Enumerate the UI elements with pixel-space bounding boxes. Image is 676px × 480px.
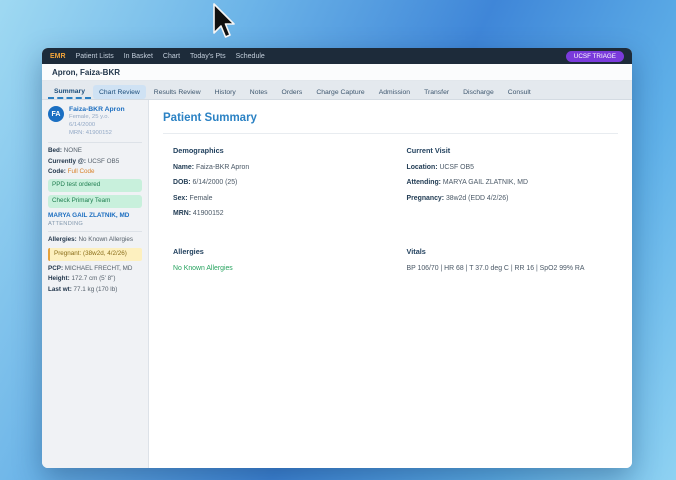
sidebar-divider [48, 231, 142, 233]
height-line: Height: 172.7 cm (5' 8") [48, 275, 142, 283]
allergies-value: No Known Allergies [78, 236, 134, 244]
height-value: 172.7 cm (5' 8") [71, 275, 116, 283]
height-label: Height: [48, 275, 70, 283]
visit-pregnancy-row: Pregnancy: 38w2d (EDD 4/2/26) [406, 194, 509, 202]
pcp-line: PCP: MICHAEL FRECHT, MD [48, 265, 142, 273]
currently-value: UCSF OB5 [87, 157, 120, 165]
pcp-label: PCP: [48, 264, 64, 272]
demographics-mrn-row: MRN: 41900152 [173, 209, 224, 217]
pcp-value: MICHAEL FRECHT, MD [64, 264, 133, 272]
nav-todays-pts[interactable]: Today's Pts [190, 53, 226, 60]
bed-label: Bed: [48, 147, 62, 155]
alert-chip-ppd: PPD test ordered [48, 178, 142, 192]
tab-discharge[interactable]: Discharge [457, 85, 500, 99]
code-label: Code: [48, 168, 66, 176]
tab-orders[interactable]: Orders [276, 85, 309, 99]
emr-logo: EMR [50, 52, 66, 60]
sidebar-sex-age: Female, 25 y.o. [69, 114, 110, 121]
tab-charge-capture[interactable]: Charge Capture [310, 85, 370, 99]
demographics-dob-row: DOB: 6/14/2000 (25) [173, 179, 238, 187]
current-visit-section: Current Visit Location: UCSF OB5 Attendi… [407, 146, 619, 225]
tab-summary[interactable]: Summary [48, 84, 91, 99]
sidebar-divider [48, 142, 142, 144]
code-line: Code: Full Code [48, 168, 142, 176]
weight-label: Last wt: [48, 285, 72, 293]
patient-summary-panel: Patient Summary Demographics Name: Faiza… [149, 100, 632, 468]
bed-value: NONE [63, 147, 82, 155]
mouse-cursor-icon [213, 3, 235, 38]
currently-line: Currently @: UCSF OB5 [48, 158, 142, 166]
demographics-heading: Demographics [173, 146, 224, 155]
nav-patient-lists[interactable]: Patient Lists [76, 53, 114, 60]
visit-location-row: Location: UCSF OB5 [406, 164, 474, 171]
visit-attending-row: Attending: MARYA GAIL ZLATNIK, MD [406, 179, 529, 187]
attending-name: MARYA GAIL ZLATNIK, MD [48, 211, 130, 219]
demographics-sex-row: Sex: Female [173, 194, 213, 202]
avatar: FA [48, 106, 64, 122]
chart-tab-bar: Summary Chart Review Results Review Hist… [42, 81, 632, 100]
sidebar-dob: 6/14/2000 [69, 122, 96, 129]
allergies-heading: Allergies [173, 247, 204, 257]
patient-header-name: Apron, Faiza-BKR [52, 67, 120, 77]
tab-consult[interactable]: Consult [502, 85, 537, 99]
tab-history[interactable]: History [209, 85, 242, 99]
top-navigation-bar: EMR Patient Lists In Basket Chart Today'… [42, 48, 632, 64]
nav-in-basket[interactable]: In Basket [124, 53, 153, 60]
patient-profile: FA Faiza-BKR Apron Female, 25 y.o. 6/14/… [48, 106, 142, 138]
vitals-values: BP 106/70 | HR 68 | T 37.0 deg C | RR 16… [406, 265, 585, 273]
allergies-line: Allergies: No Known Allergies [48, 236, 142, 244]
current-visit-heading: Current Visit [406, 146, 451, 155]
allergies-label: Allergies: [48, 236, 77, 244]
sidebar-mrn: MRN: 41900152 [69, 130, 112, 137]
bed-line: Bed: NONE [48, 147, 142, 155]
tab-results-review[interactable]: Results Review [148, 85, 207, 99]
weight-value: 77.1 kg (170 lb) [73, 285, 118, 293]
patient-header: Apron, Faiza-BKR [42, 64, 632, 81]
currently-label: Currently @: [48, 157, 86, 165]
emr-window: EMR Patient Lists In Basket Chart Today'… [42, 48, 632, 468]
alert-chip-primary-team: Check Primary Team [48, 194, 142, 208]
vitals-section: Vitals BP 106/70 | HR 68 | T 37.0 deg C … [407, 247, 619, 280]
patient-sidebar: FA Faiza-BKR Apron Female, 25 y.o. 6/14/… [42, 100, 149, 468]
org-badge[interactable]: UCSF TRIAGE [565, 50, 624, 62]
tab-admission[interactable]: Admission [373, 85, 416, 99]
sidebar-patient-name: Faiza-BKR Apron [69, 106, 125, 113]
vitals-heading: Vitals [406, 247, 426, 257]
tab-chart-review[interactable]: Chart Review [92, 85, 146, 99]
nav-chart[interactable]: Chart [163, 53, 180, 60]
tab-transfer[interactable]: Transfer [418, 85, 455, 99]
demographics-name-row: Name: Faiza-BKR Apron [173, 164, 250, 171]
allergies-section: Allergies No Known Allergies [173, 247, 385, 280]
allergies-status: No Known Allergies [173, 265, 233, 273]
pregnancy-banner: Pregnant: (38w2d, 4/2/26) [48, 247, 142, 261]
demographics-section: Demographics Name: Faiza-BKR Apron DOB: … [173, 146, 385, 225]
nav-schedule[interactable]: Schedule [236, 53, 265, 60]
attending-role: ATTENDING [48, 221, 84, 228]
code-status-value: Full Code [67, 168, 95, 176]
weight-line: Last wt: 77.1 kg (170 lb) [48, 286, 142, 294]
tab-notes[interactable]: Notes [244, 85, 274, 99]
page-title: Patient Summary [163, 112, 618, 134]
